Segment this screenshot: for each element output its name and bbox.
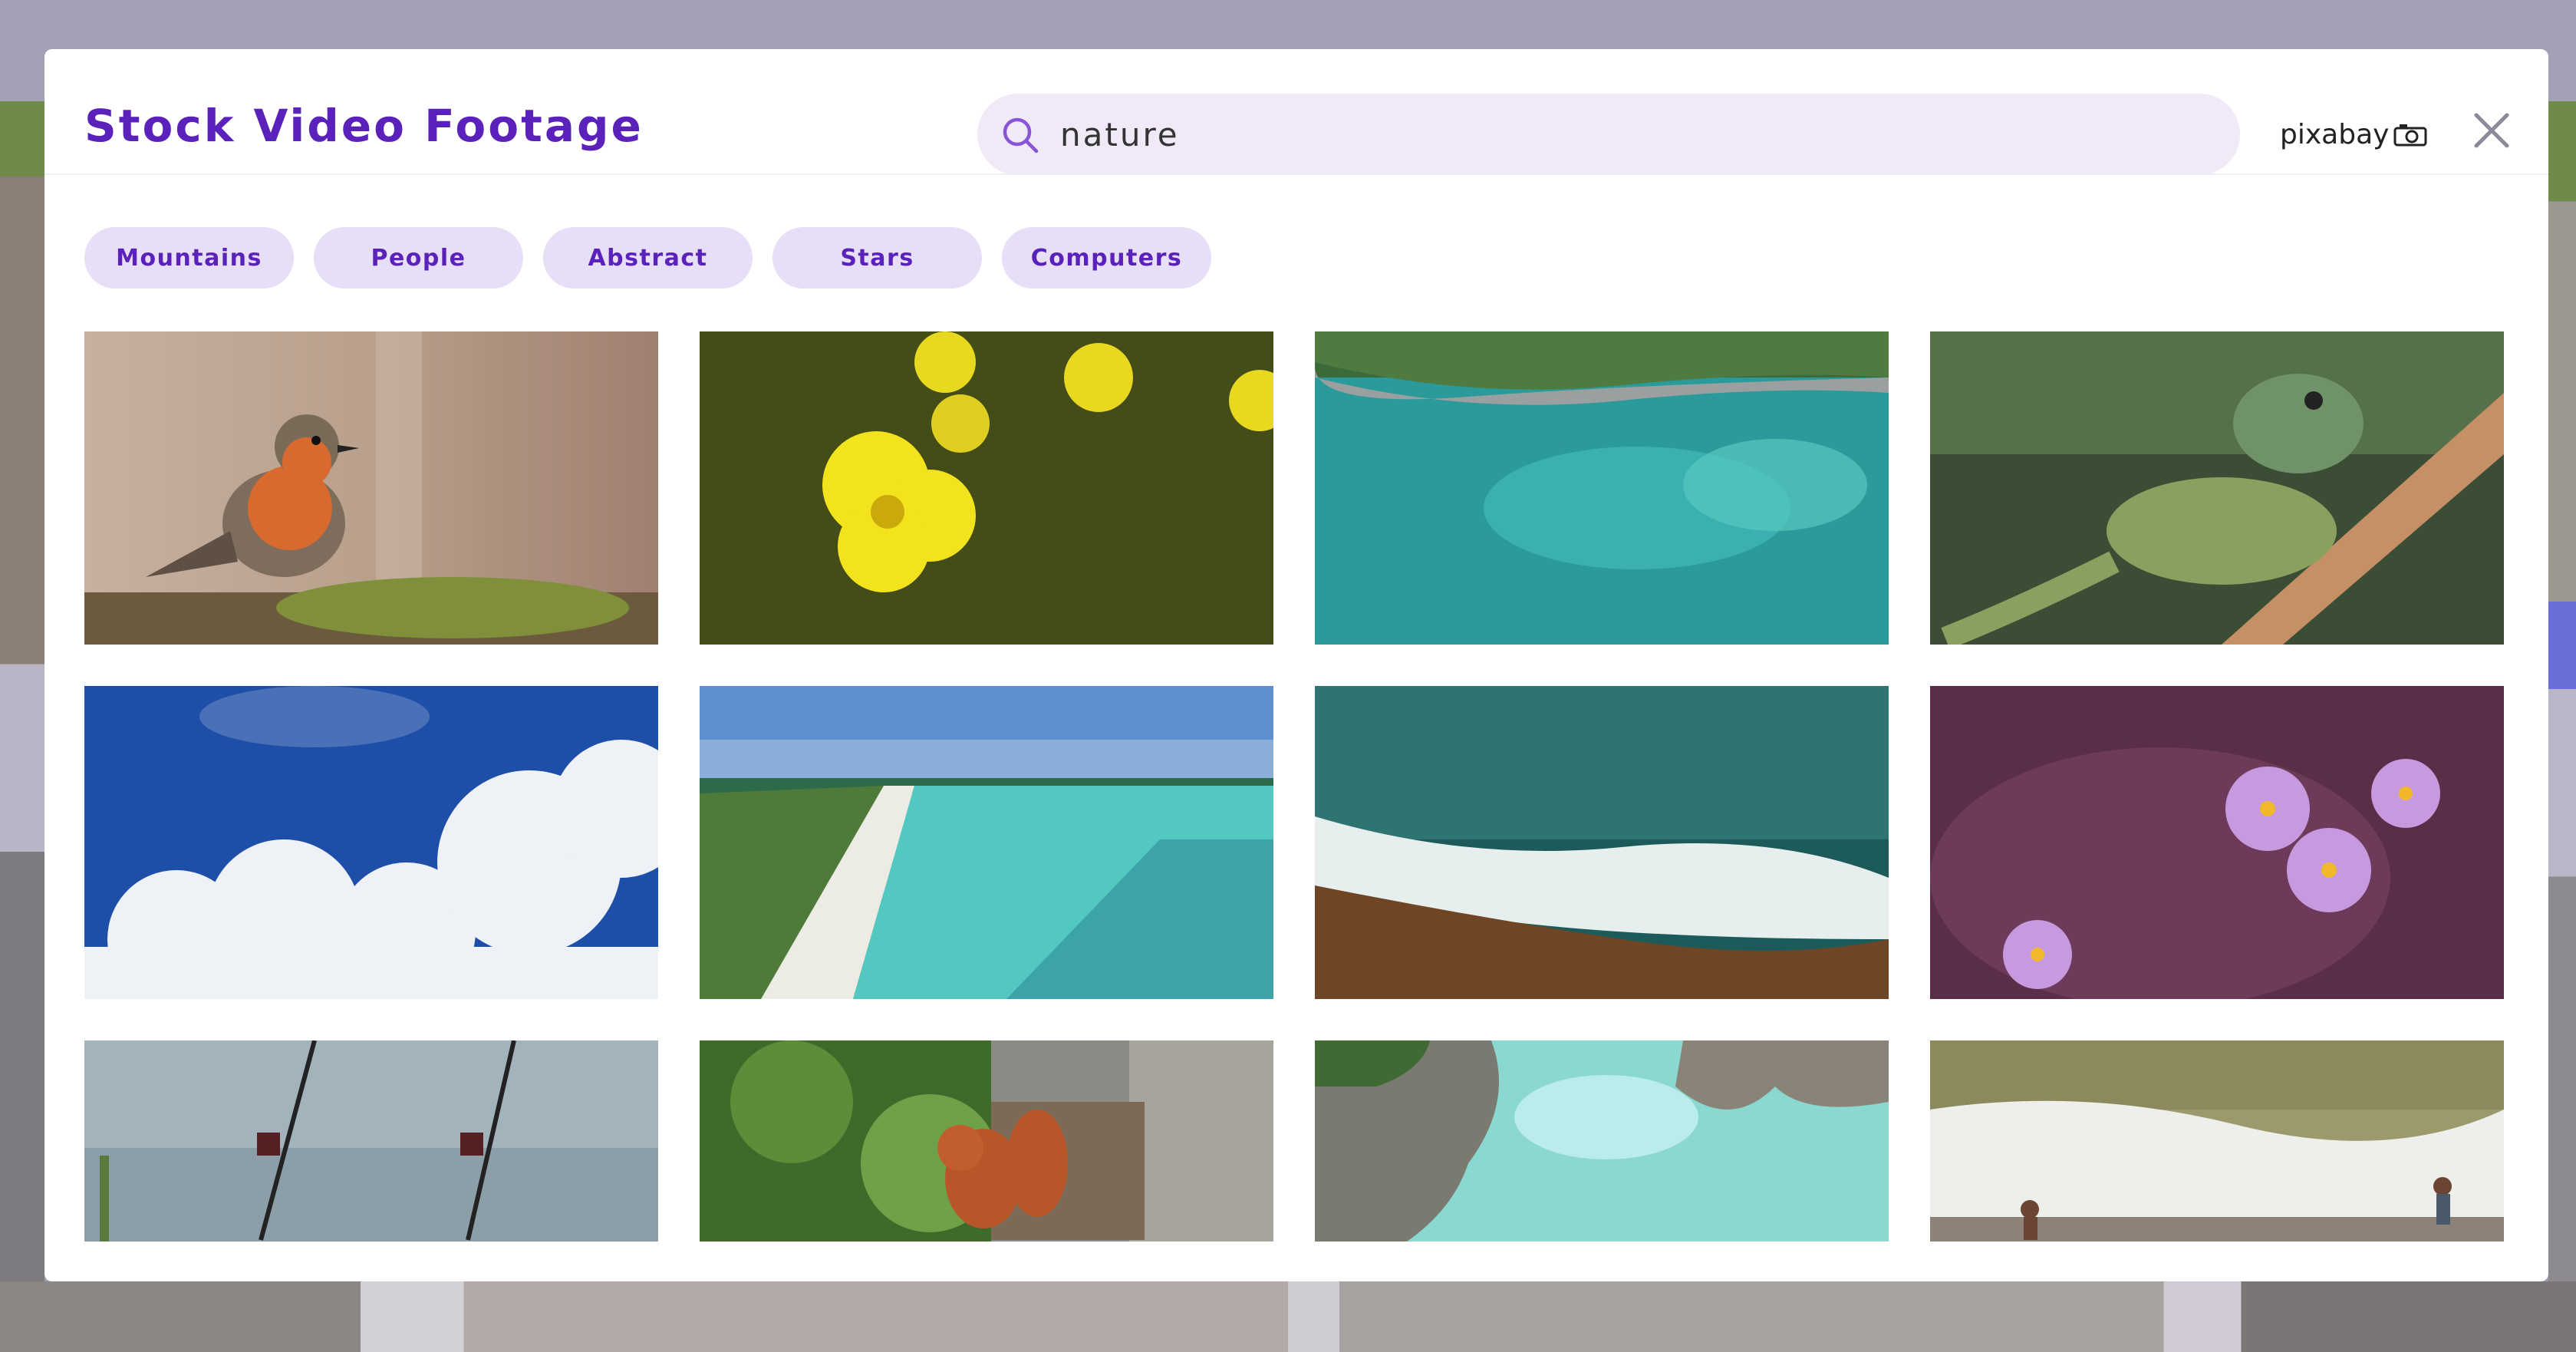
video-thumbnail-beach[interactable]: [700, 686, 1273, 999]
video-thumbnail-squirrel[interactable]: [700, 1040, 1273, 1242]
aerial-coast-image: [1315, 331, 1889, 645]
rocky-lagoon-image: [1315, 1040, 1889, 1242]
backdrop-bottom: [0, 1281, 2576, 1352]
tag-mountains[interactable]: Mountains: [84, 227, 294, 289]
yellow-flower-image: [700, 331, 1273, 645]
video-thumbnail-yellow-flower[interactable]: [700, 331, 1273, 645]
video-thumbnail-lizard[interactable]: [1930, 331, 2504, 645]
clouds-image: [84, 686, 658, 999]
search-icon: [1003, 117, 1039, 153]
video-thumbnail-rocky-lagoon[interactable]: [1315, 1040, 1889, 1242]
video-thumbnail-clouds[interactable]: [84, 686, 658, 999]
stock-video-modal: Stock Video Footage pixabay Mountains Pe…: [44, 49, 2548, 1281]
search-bar[interactable]: [977, 94, 2240, 175]
tag-computers[interactable]: Computers: [1002, 227, 1211, 289]
pixabay-wordmark: pixabay: [2280, 118, 2390, 150]
pink-flowers-image: [1930, 686, 2504, 999]
video-thumbnail-aerial-coast[interactable]: [1315, 331, 1889, 645]
backdrop-left: [0, 101, 44, 1352]
camera-icon: [2393, 124, 2427, 147]
ocean-waves-image: [1315, 686, 1889, 999]
video-thumbnail-robin[interactable]: [84, 331, 658, 645]
tag-people[interactable]: People: [314, 227, 523, 289]
tag-abstract[interactable]: Abstract: [543, 227, 753, 289]
close-icon[interactable]: [2469, 107, 2515, 153]
tag-stars[interactable]: Stars: [772, 227, 982, 289]
lizard-image: [1930, 331, 2504, 645]
fishing-rods-image: [84, 1040, 658, 1242]
video-thumbnail-fishing-rods[interactable]: [84, 1040, 658, 1242]
surf-people-image: [1930, 1040, 2504, 1242]
modal-header: Stock Video Footage pixabay: [44, 49, 2548, 175]
video-thumbnail-pink-flowers[interactable]: [1930, 686, 2504, 999]
video-thumbnail-ocean-waves[interactable]: [1315, 686, 1889, 999]
pixabay-logo[interactable]: pixabay: [2280, 115, 2427, 153]
modal-title: Stock Video Footage: [84, 100, 644, 152]
category-tags: Mountains People Abstract Stars Computer…: [84, 227, 1211, 289]
beach-image: [700, 686, 1273, 999]
robin-image: [84, 331, 658, 645]
backdrop-right: [2548, 101, 2576, 1352]
video-grid: [84, 331, 2504, 1281]
video-thumbnail-surf-people[interactable]: [1930, 1040, 2504, 1242]
search-input[interactable]: [1060, 109, 2211, 160]
squirrel-image: [700, 1040, 1273, 1242]
